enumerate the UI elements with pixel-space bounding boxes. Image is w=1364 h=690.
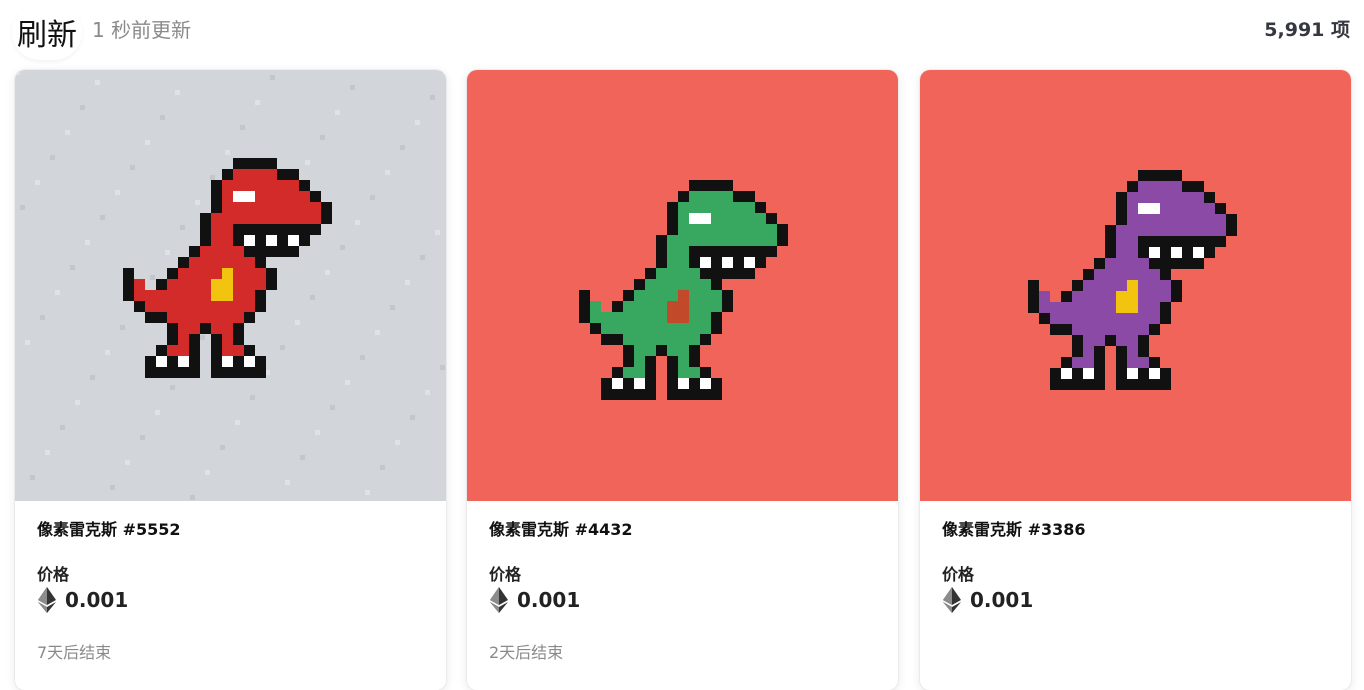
price-row: 0.001 — [942, 587, 1033, 613]
refresh-button[interactable]: 刷新 — [12, 4, 82, 60]
ethereum-icon — [490, 587, 508, 613]
nft-image[interactable] — [15, 70, 446, 501]
nft-image[interactable] — [920, 70, 1351, 501]
nft-name[interactable]: 像素雷克斯 #4432 — [489, 516, 633, 540]
nft-card[interactable]: 像素雷克斯 #3386 价格 0.001 — [920, 70, 1351, 690]
price-label: 价格 — [37, 565, 70, 584]
auction-ends-text: 7天后结束 — [37, 643, 112, 662]
price-label: 价格 — [489, 565, 522, 584]
nft-name[interactable]: 像素雷克斯 #5552 — [37, 516, 181, 540]
item-count: 5,991 项 — [1264, 19, 1350, 41]
dino-picture — [920, 70, 1351, 501]
nft-name[interactable]: 像素雷克斯 #3386 — [942, 516, 1086, 540]
price-value: 0.001 — [517, 588, 581, 612]
last-updated-text: 1 秒前更新 — [92, 18, 192, 42]
dino-picture — [467, 70, 898, 501]
price-label: 价格 — [942, 565, 975, 584]
price-value: 0.001 — [970, 588, 1034, 612]
ethereum-icon — [38, 587, 56, 613]
auction-ends-text: 2天后结束 — [489, 643, 564, 662]
price-row: 0.001 — [37, 587, 128, 613]
price-value: 0.001 — [65, 588, 129, 612]
toolbar: 刷新 1 秒前更新 5,991 项 — [0, 0, 1364, 60]
dino-picture — [15, 70, 446, 501]
price-row: 0.001 — [489, 587, 580, 613]
nft-image[interactable] — [467, 70, 898, 501]
ethereum-icon — [943, 587, 961, 613]
nft-card[interactable]: 像素雷克斯 #5552 价格 0.001 7天后结束 — [15, 70, 446, 690]
nft-card[interactable]: 像素雷克斯 #4432 价格 0.001 2天后结束 — [467, 70, 898, 690]
